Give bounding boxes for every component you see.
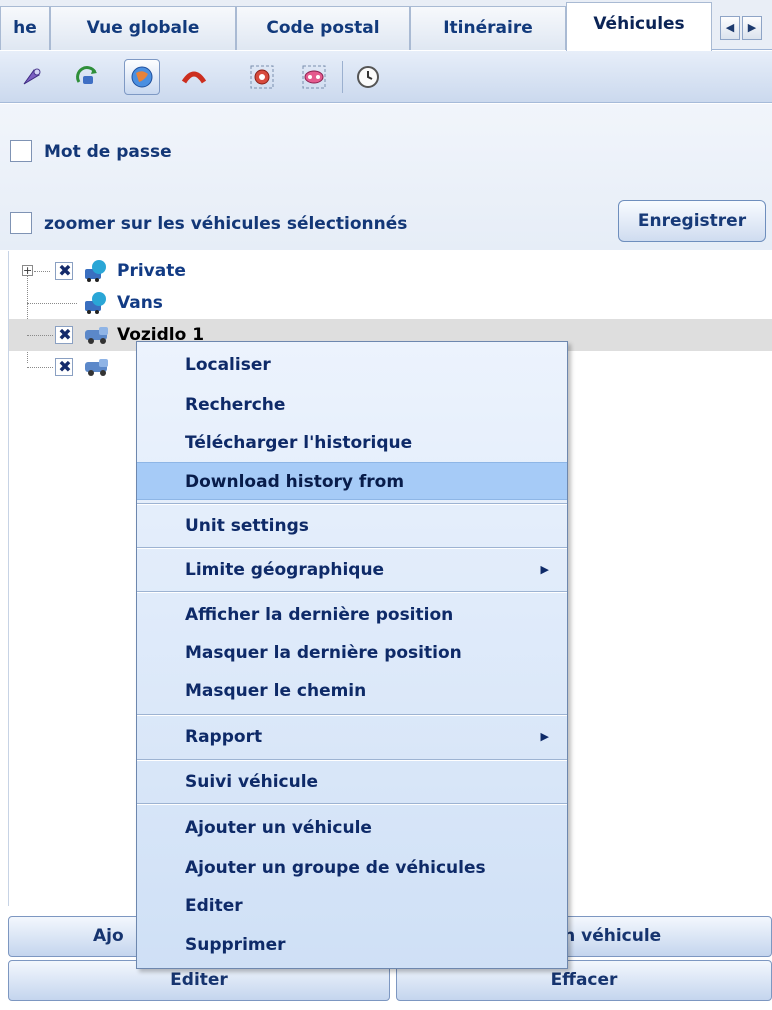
vehicle-group-icon — [85, 260, 106, 282]
menu-item-label: Localiser — [185, 355, 271, 375]
password-checkbox[interactable] — [10, 140, 32, 162]
tree-node-label: Vans — [117, 293, 163, 313]
zoom-selected-label: zoomer sur les véhicules sélectionnés — [44, 214, 408, 234]
checked-icon[interactable]: ✖ — [55, 357, 73, 376]
password-label: Mot de passe — [44, 142, 172, 162]
menu-item-hide-last-position[interactable]: Masquer la dernière position — [137, 634, 567, 672]
menu-item-label: Masquer la dernière position — [185, 643, 462, 663]
menu-item-add-vehicle-group[interactable]: Ajouter un groupe de véhicules — [137, 849, 567, 887]
vehicle-icon — [85, 359, 108, 376]
submenu-arrow-icon: ▶ — [540, 563, 549, 576]
submenu-arrow-icon: ▶ — [540, 730, 549, 743]
globe-locate-icon[interactable] — [124, 59, 160, 95]
menu-item-download-history-from[interactable]: Download history from — [137, 462, 567, 500]
zoom-selected-checkbox[interactable] — [10, 212, 32, 234]
menu-separator — [137, 547, 567, 549]
tab-scroll-right-button[interactable]: ▶ — [742, 16, 762, 40]
menu-item-label: Download history from — [185, 472, 405, 492]
menu-item-label: Afficher la dernière position — [185, 605, 454, 625]
menu-item-label: Ajouter un véhicule — [185, 818, 372, 838]
menu-item-label: Editer — [185, 896, 243, 916]
menu-item-add-vehicle[interactable]: Ajouter un véhicule — [137, 809, 567, 847]
menu-item-delete[interactable]: Supprimer — [137, 926, 567, 964]
tab-scroll-left-button[interactable]: ◀ — [720, 16, 740, 40]
menu-item-label: Rapport — [185, 727, 263, 747]
menu-item-hide-path[interactable]: Masquer le chemin — [137, 672, 567, 710]
menu-item-label: Supprimer — [185, 935, 286, 955]
tree-node-label: Private — [117, 261, 186, 281]
refresh-vehicles-icon[interactable] — [70, 59, 106, 95]
zoom-selected-icon[interactable] — [244, 59, 280, 95]
tab-postal-code[interactable]: Code postal — [236, 6, 410, 50]
tab-overview[interactable]: Vue globale — [50, 6, 236, 50]
tab-strip: he Vue globale Code postal Itinéraire Vé… — [0, 0, 772, 51]
toolbar — [0, 51, 772, 103]
vehicle-group-icon — [85, 292, 106, 314]
menu-item-report[interactable]: Rapport ▶ — [137, 718, 567, 756]
satellite-icon[interactable] — [14, 59, 50, 95]
menu-item-geofence[interactable]: Limite géographique ▶ — [137, 551, 567, 589]
menu-item-locate[interactable]: Localiser — [137, 346, 567, 384]
tree-node-vans[interactable]: Vans — [9, 287, 772, 319]
menu-item-label: Télécharger l'historique — [185, 433, 413, 453]
clock-icon[interactable] — [350, 59, 386, 95]
menu-item-download-history[interactable]: Télécharger l'historique — [137, 424, 567, 462]
hide-path-icon[interactable] — [176, 59, 212, 95]
tab-vehicles[interactable]: Véhicules — [566, 2, 712, 51]
menu-separator — [137, 714, 567, 716]
tree-node-private[interactable]: + ✖ Private — [9, 255, 772, 287]
menu-item-edit[interactable]: Editer — [137, 887, 567, 925]
menu-separator — [137, 591, 567, 593]
menu-separator — [137, 803, 567, 805]
checked-icon[interactable]: ✖ — [55, 261, 73, 280]
vehicle-icon — [85, 327, 108, 344]
menu-item-show-last-position[interactable]: Afficher la dernière position — [137, 596, 567, 634]
menu-item-label: Recherche — [185, 395, 286, 415]
tab-route[interactable]: Itinéraire — [410, 6, 566, 50]
menu-item-label: Unit settings — [185, 516, 309, 536]
menu-item-label: Suivi véhicule — [185, 772, 319, 792]
menu-item-track-vehicle[interactable]: Suivi véhicule — [137, 763, 567, 801]
menu-item-label: Limite géographique — [185, 560, 385, 580]
menu-item-unit-settings[interactable]: Unit settings — [137, 507, 567, 545]
tab-search-partial[interactable]: he — [0, 6, 50, 50]
menu-item-search[interactable]: Recherche — [137, 386, 567, 424]
save-button[interactable]: Enregistrer — [618, 200, 766, 242]
options-panel: Mot de passe zoomer sur les véhicules sé… — [0, 104, 772, 250]
zoom-all-icon[interactable] — [296, 59, 332, 95]
menu-separator — [137, 503, 567, 505]
button-label: Ajo — [93, 926, 124, 946]
menu-separator — [137, 759, 567, 761]
toolbar-separator — [342, 61, 343, 93]
checked-icon[interactable]: ✖ — [55, 325, 73, 344]
menu-item-label: Ajouter un groupe de véhicules — [185, 858, 486, 878]
context-menu: Localiser Recherche Télécharger l'histor… — [136, 341, 568, 969]
menu-item-label: Masquer le chemin — [185, 681, 367, 701]
expand-icon[interactable]: + — [22, 265, 33, 276]
